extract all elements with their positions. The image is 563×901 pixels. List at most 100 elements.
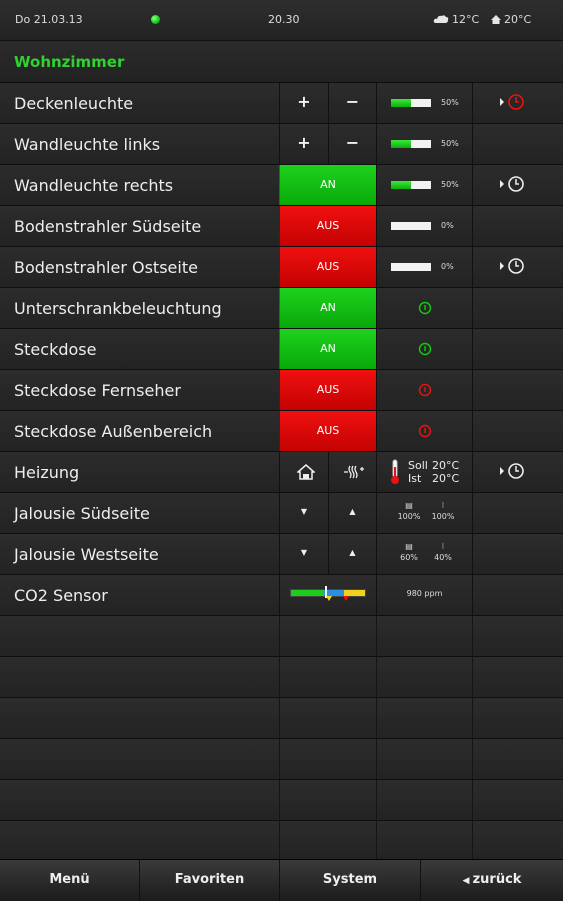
- device-list: Deckenleuchte + − 50% Wandleuchte links …: [0, 83, 563, 862]
- dim-level-fill: [391, 181, 411, 189]
- dim-level-value: 0%: [441, 262, 454, 271]
- blind-down-button[interactable]: ▼: [279, 534, 328, 574]
- empty-cell: [472, 206, 563, 246]
- device-row-deckenleuchte: Deckenleuchte + − 50%: [0, 83, 563, 124]
- empty-cell: [472, 124, 563, 164]
- favorites-button[interactable]: Favoriten: [140, 860, 280, 901]
- comfort-mode-button[interactable]: [279, 452, 328, 492]
- device-row-co2-sensor: CO2 Sensor 980 ppm: [0, 575, 563, 616]
- timer-button[interactable]: [472, 83, 563, 123]
- blind-position-icon: ▤: [405, 501, 413, 510]
- back-label: zurück: [472, 872, 522, 887]
- device-label: Unterschrankbeleuchtung: [14, 299, 222, 318]
- blind-up-button[interactable]: ▲: [328, 534, 376, 574]
- device-label: Jalousie Südseite: [14, 504, 150, 523]
- arrow-down-icon: ▼: [300, 507, 308, 516]
- blind-down-button[interactable]: ▼: [279, 493, 328, 533]
- outdoor-temp-value: 12°C: [452, 13, 480, 26]
- system-button[interactable]: System: [280, 860, 421, 901]
- timer-button[interactable]: [472, 247, 563, 287]
- device-label: Wandleuchte links: [14, 135, 161, 154]
- dim-down-button[interactable]: −: [328, 83, 376, 123]
- home-comfort-icon: [297, 464, 315, 480]
- dim-level-value: 50%: [441, 98, 459, 107]
- dim-level-bar: [391, 99, 431, 107]
- power-state-display: [376, 329, 472, 369]
- empty-cell: [472, 288, 563, 328]
- thermometer-icon: [391, 459, 399, 484]
- device-row-wandleuchte-links: Wandleuchte links + − 50%: [0, 124, 563, 165]
- power-state-display: [376, 411, 472, 451]
- device-label: Heizung: [14, 463, 80, 482]
- dim-up-button[interactable]: +: [279, 83, 328, 123]
- heating-mode-button[interactable]: [328, 452, 376, 492]
- indoor-temperature: 20°C: [491, 13, 531, 26]
- dim-level-display: 0%: [376, 247, 472, 287]
- co2-threshold-marker-yellow: [326, 596, 332, 601]
- back-arrow-icon: ◀: [462, 876, 473, 886]
- device-label: Bodenstrahler Ostseite: [14, 258, 198, 277]
- setpoint-value: 20°C: [432, 459, 460, 472]
- blind-position-value: 100%: [397, 512, 421, 521]
- dim-level-display: 50%: [376, 165, 472, 205]
- dim-level-bar: [391, 222, 431, 230]
- device-row-heizung: Heizung Soll 20°C Ist 20°C: [0, 452, 563, 493]
- actual-label: Ist: [408, 472, 422, 485]
- dim-level-value: 50%: [441, 180, 459, 189]
- toggle-off-button[interactable]: AUS: [279, 247, 376, 287]
- status-date: Do 21.03.13: [15, 13, 83, 26]
- device-label: CO2 Sensor: [14, 586, 108, 605]
- dim-level-display: 50%: [376, 124, 472, 164]
- slat-angle-value: 40%: [434, 553, 452, 562]
- device-label: Steckdose: [14, 340, 97, 359]
- device-row-jalousie-suedseite: Jalousie Südseite ▼ ▲ ▤ 100% ⦚ 100%: [0, 493, 563, 534]
- menu-button[interactable]: Menü: [0, 860, 140, 901]
- toggle-on-button[interactable]: AN: [279, 165, 376, 205]
- device-row-steckdose-aussenbereich: Steckdose Außenbereich AUS: [0, 411, 563, 452]
- dim-up-button[interactable]: +: [279, 124, 328, 164]
- blind-up-button[interactable]: ▲: [328, 493, 376, 533]
- timer-icon: [500, 258, 524, 274]
- co2-value: 980 ppm: [406, 589, 443, 598]
- power-on-icon: [418, 301, 432, 315]
- toggle-on-button[interactable]: AN: [279, 288, 376, 328]
- dim-level-bar: [391, 140, 431, 148]
- status-bar: Do 21.03.13 20.30 12°C 20°C: [0, 0, 563, 41]
- toggle-off-button[interactable]: AUS: [279, 411, 376, 451]
- room-header: Wohnzimmer: [0, 41, 563, 83]
- empty-row: [0, 657, 563, 698]
- status-time: 20.30: [268, 13, 300, 26]
- house-icon: [491, 15, 501, 24]
- dim-level-value: 0%: [441, 221, 454, 230]
- toggle-off-button[interactable]: AUS: [279, 206, 376, 246]
- blind-position-value: 60%: [400, 553, 418, 562]
- empty-row: [0, 780, 563, 821]
- timer-button[interactable]: [472, 452, 563, 492]
- empty-row: [0, 821, 563, 862]
- slat-angle-icon: ⦚: [442, 542, 444, 551]
- device-row-steckdose: Steckdose AN: [0, 329, 563, 370]
- dim-level-fill: [391, 99, 411, 107]
- power-off-icon: [418, 383, 432, 397]
- device-label: Steckdose Fernseher: [14, 381, 181, 400]
- back-button[interactable]: ◀ zurück: [421, 860, 563, 901]
- toggle-on-button[interactable]: AN: [279, 329, 376, 369]
- arrow-up-icon: ▲: [349, 548, 356, 557]
- power-off-icon: [418, 424, 432, 438]
- timer-button[interactable]: [472, 165, 563, 205]
- device-label: Jalousie Westseite: [14, 545, 159, 564]
- slat-angle-icon: ⦚: [442, 501, 444, 510]
- connection-indicator-icon: [151, 15, 160, 24]
- temperature-display: Soll 20°C Ist 20°C: [376, 452, 472, 492]
- toggle-off-button[interactable]: AUS: [279, 370, 376, 410]
- timer-active-icon: [500, 94, 524, 110]
- dim-down-button[interactable]: −: [328, 124, 376, 164]
- blind-status: ▤ 100% ⦚ 100%: [376, 493, 472, 533]
- empty-row: [0, 698, 563, 739]
- co2-value-display: 980 ppm: [376, 575, 472, 615]
- co2-threshold-marker-red: [343, 596, 349, 601]
- dim-level-bar: [391, 181, 431, 189]
- empty-cell: [472, 411, 563, 451]
- device-label: Wandleuchte rechts: [14, 176, 174, 195]
- timer-icon: [500, 176, 524, 192]
